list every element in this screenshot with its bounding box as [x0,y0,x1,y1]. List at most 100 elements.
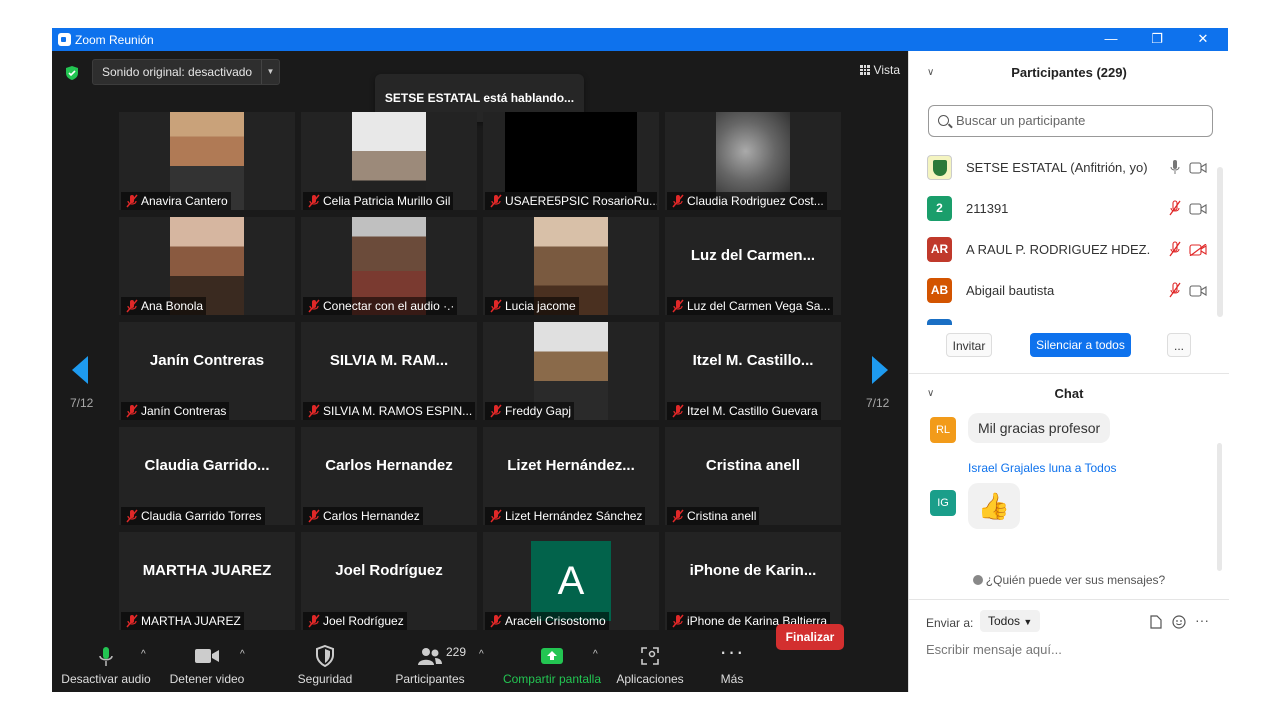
minimize-button[interactable]: — [1096,30,1126,48]
next-page-arrow-icon[interactable] [872,356,888,384]
apps-label: Aplicaciones [616,672,684,686]
video-tile[interactable]: iPhone de Karin... iPhone de Karina Balti… [665,532,841,630]
tile-name-label: Conectar con el audio ·.· [303,297,458,315]
muted-mic-icon[interactable] [1168,200,1182,216]
muted-mic-icon [489,194,503,208]
close-button[interactable]: ✕ [1188,30,1218,48]
participants-options-caret-icon[interactable]: ^ [479,649,484,660]
video-tile[interactable]: Joel Rodríguez Joel Rodríguez [301,532,477,630]
video-tile[interactable]: SILVIA M. RAM... SILVIA M. RAMOS ESPIN... [301,322,477,420]
who-can-see-link[interactable]: ¿Quién puede ver sus mensajes? [909,573,1229,587]
shield-check-icon[interactable] [64,65,80,81]
original-sound-label: Sonido original: desactivado [102,65,253,79]
video-tile[interactable]: Lucia jacome [483,217,659,315]
tile-name-text: Cristina anell [687,509,757,523]
view-button[interactable]: Vista [859,63,900,77]
video-tile[interactable]: USAERE5PSIC RosarioRu... [483,112,659,210]
muted-mic-icon [489,509,503,523]
muted-mic-icon[interactable] [1168,282,1182,298]
chat-scrollbar[interactable] [1217,443,1222,571]
file-icon[interactable] [1150,615,1162,629]
video-tile[interactable]: Freddy Gapj [483,322,659,420]
video-tile[interactable]: Ana Bonola [119,217,295,315]
tile-name-text: Janín Contreras [141,404,227,418]
send-to-dropdown[interactable]: Todos ▼ [980,610,1041,632]
participant-name: SETSE ESTATAL (Anfitrión, yo) [966,160,1148,175]
tile-name-label: Lucia jacome [485,297,579,315]
video-tile[interactable]: A Araceli Crisostomo [483,532,659,630]
participant-row-partial [909,319,1219,325]
tile-name-text: Araceli Crisostomo [505,614,606,628]
tile-display-name: MARTHA JUAREZ [142,562,272,579]
participants-scrollbar[interactable] [1217,167,1223,317]
video-tile[interactable]: Luz del Carmen... Luz del Carmen Vega Sa.… [665,217,841,315]
end-meeting-button[interactable]: Finalizar [776,624,844,650]
participants-label: Participantes [395,672,465,686]
video-camera-icon[interactable] [1189,161,1207,174]
video-tile[interactable]: MARTHA JUAREZ MARTHA JUAREZ [119,532,295,630]
video-tile[interactable]: Conectar con el audio ·.· [301,217,477,315]
tile-name-text: Joel Rodríguez [323,614,404,628]
participants-more-button[interactable]: ... [1167,333,1191,357]
prev-page-arrow-icon[interactable] [72,356,88,384]
video-tile[interactable]: Claudia Garrido... Claudia Garrido Torres [119,427,295,525]
video-tile[interactable]: Itzel M. Castillo... Itzel M. Castillo Gu… [665,322,841,420]
emoji-icon[interactable] [1172,615,1186,629]
chat-title: Chat [1054,386,1084,401]
video-tile[interactable]: Celia Patricia Murillo Gil [301,112,477,210]
muted-mic-icon [671,614,685,628]
chat-message-input[interactable]: Escribir mensaje aquí... [926,642,1216,657]
apps-button[interactable]: Aplicaciones [614,641,686,692]
video-tile[interactable]: Anavira Cantero [119,112,295,210]
mute-audio-button[interactable]: Desactivar audio [60,641,152,692]
chat-more-icon[interactable]: ··· [1195,612,1209,628]
grid-icon [859,65,870,75]
participant-row[interactable]: AR A RAUL P. RODRIGUEZ HDEZ. [909,229,1219,270]
video-camera-icon[interactable] [1189,202,1207,215]
muted-mic-icon [307,509,321,523]
participants-button[interactable]: 229 Participantes [390,641,470,692]
video-tile[interactable]: Janín Contreras Janín Contreras [119,322,295,420]
video-tile[interactable]: Claudia Rodriguez Cost... [665,112,841,210]
invite-button[interactable]: Invitar [946,333,992,357]
video-options-caret-icon[interactable]: ^ [240,649,245,660]
muted-mic-icon [671,509,685,523]
tile-name-label: Araceli Crisostomo [485,612,609,630]
microphone-icon[interactable] [1168,159,1182,175]
more-label: Más [720,672,744,686]
participant-row[interactable]: 2 211391 [909,188,1219,229]
share-screen-label: Compartir pantalla [502,672,602,686]
share-options-caret-icon[interactable]: ^ [593,649,598,660]
mute-all-button[interactable]: Silenciar a todos [1030,333,1131,357]
security-button[interactable]: Seguridad [290,641,360,692]
participant-row[interactable]: SETSE ESTATAL (Anfitrión, yo) [909,147,1219,188]
maximize-button[interactable]: ❐ [1142,30,1172,48]
muted-mic-icon [307,404,321,418]
share-screen-button[interactable]: Compartir pantalla [500,641,604,692]
tile-display-name: SILVIA M. RAM... [329,352,449,369]
original-sound-dropdown[interactable]: Sonido original: desactivado ▼ [92,59,280,85]
muted-mic-icon[interactable] [1168,241,1182,257]
more-button[interactable]: ··· Más [707,641,757,692]
video-off-icon[interactable] [1189,243,1207,257]
muted-mic-icon [307,194,321,208]
audio-options-caret-icon[interactable]: ^ [141,649,146,660]
tile-name-text: Claudia Garrido Torres [141,509,262,523]
video-tile[interactable]: Cristina anell Cristina anell [665,427,841,525]
search-placeholder: Buscar un participante [956,113,1086,128]
chevron-down-icon[interactable]: ▼ [261,60,279,84]
stop-video-button[interactable]: Detener video [162,641,252,692]
microphone-icon [99,647,113,666]
muted-mic-icon [125,194,139,208]
tile-name-text: Anavira Cantero [141,194,228,208]
video-camera-icon[interactable] [1189,284,1207,297]
tile-name-label: MARTHA JUAREZ [121,612,244,630]
chevron-down-icon[interactable]: ∨ [927,374,934,414]
chevron-down-icon[interactable]: ∨ [927,53,934,93]
participant-row[interactable]: AB Abigail bautista [909,270,1219,311]
muted-mic-icon [489,404,503,418]
participant-search-input[interactable]: Buscar un participante [928,105,1213,137]
video-tile[interactable]: Carlos Hernandez Carlos Hernandez [301,427,477,525]
video-tile[interactable]: Lizet Hernández... Lizet Hernández Sánche… [483,427,659,525]
host-logo-icon [927,155,952,180]
